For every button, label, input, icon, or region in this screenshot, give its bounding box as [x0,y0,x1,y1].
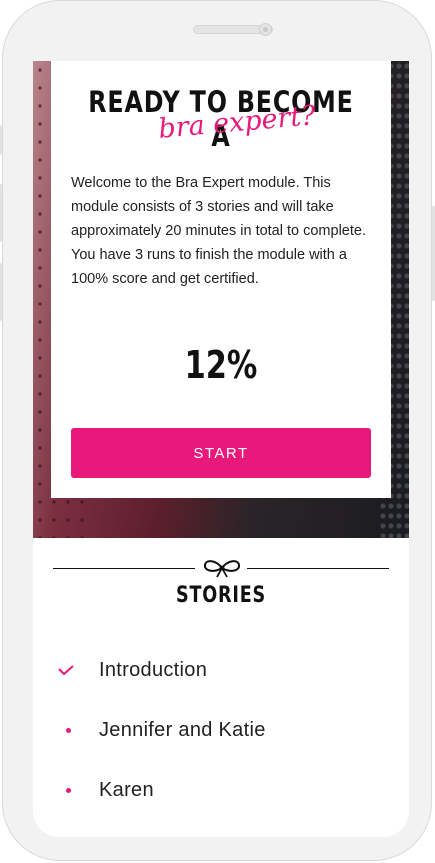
divider-line-right [247,568,389,569]
progress-percent: 12% [184,343,258,387]
module-card: READY TO BECOME A bra expert? Welcome to… [51,61,391,498]
story-label: Jennifer and Katie [99,718,266,741]
stories-header: STORIES [33,555,409,615]
app-screen: READY TO BECOME A bra expert? Welcome to… [33,61,409,837]
module-description: Welcome to the Bra Expert module. This m… [71,175,366,287]
check-icon [58,665,74,676]
phone-frame: READY TO BECOME A bra expert? Welcome to… [0,0,435,861]
front-camera [259,23,272,36]
mute-switch [0,125,2,155]
story-item-jennifer-and-katie[interactable]: Jennifer and Katie [57,710,387,750]
dot-icon [66,727,71,733]
divider-line-left [53,568,195,569]
story-item-karen[interactable]: Karen [57,770,387,810]
volume-up-button [0,184,2,242]
hero-image: READY TO BECOME A bra expert? Welcome to… [33,61,409,538]
stories-heading: STORIES [175,583,267,608]
volume-down-button [0,263,2,321]
story-item-introduction[interactable]: Introduction [57,650,387,690]
dot-icon [66,787,71,793]
start-button[interactable]: START [71,428,371,478]
story-label: Introduction [99,658,208,681]
story-label: Karen [99,778,154,801]
bow-icon [203,560,241,578]
